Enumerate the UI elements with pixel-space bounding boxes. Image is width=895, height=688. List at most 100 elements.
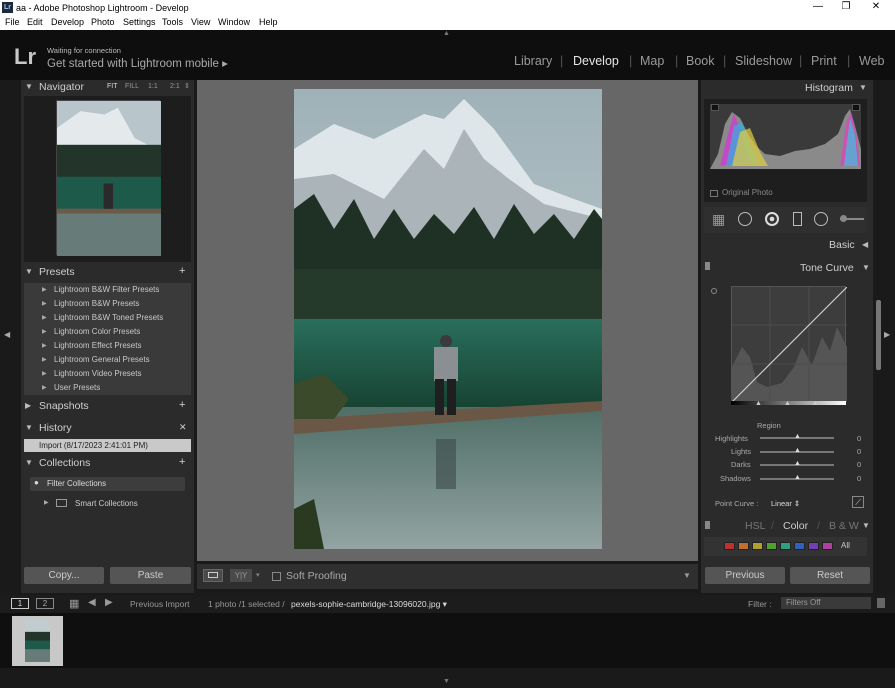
color-swatch[interactable] — [794, 542, 805, 550]
preset-folder[interactable]: Lightroom B&W Filter Presets — [24, 283, 191, 297]
filename-dropdown[interactable]: pexels-sophie-cambridge-13096020.jpg ▾ — [291, 599, 447, 610]
add-preset-icon[interactable]: + — [179, 265, 185, 277]
preset-folder[interactable]: Lightroom Effect Presets — [24, 339, 191, 353]
main-window-button[interactable]: 1 — [11, 598, 29, 609]
zoom-1-1[interactable]: 1:1 — [148, 83, 158, 90]
lock-icon[interactable] — [877, 598, 885, 608]
tab-hsl[interactable]: HSL — [745, 520, 765, 532]
clear-history-icon[interactable]: ✕ — [179, 422, 187, 433]
loupe-view-icon[interactable] — [203, 569, 223, 582]
menu-photo[interactable]: Photo — [91, 17, 115, 27]
secondary-window-button[interactable]: 2 — [36, 598, 54, 609]
slider-thumb[interactable]: ▲ — [794, 447, 801, 454]
split-point-handle[interactable]: ▲ — [812, 400, 819, 407]
right-panel-collapse-icon[interactable]: ▶ — [884, 330, 890, 339]
add-collection-icon[interactable]: + — [179, 456, 185, 468]
edit-point-curve-icon[interactable]: ⟋ — [852, 496, 864, 508]
color-swatch[interactable] — [724, 542, 735, 550]
split-point-handle[interactable]: ▲ — [784, 400, 791, 407]
histogram-collapse-icon[interactable]: ▼ — [859, 83, 867, 92]
module-map[interactable]: Map — [640, 54, 664, 68]
back-arrow-icon[interactable]: ◀ — [88, 597, 96, 608]
module-print[interactable]: Print — [811, 54, 837, 68]
zoom-2-1[interactable]: 2:1 — [170, 83, 180, 90]
color-swatch[interactable] — [780, 542, 791, 550]
color-swatch[interactable] — [766, 542, 777, 550]
zoom-fit[interactable]: FIT — [107, 83, 118, 90]
filter-collections-field[interactable]: ● Filter Collections — [30, 477, 185, 491]
menu-view[interactable]: View — [191, 17, 210, 27]
radial-filter-icon[interactable] — [814, 212, 828, 226]
previous-button[interactable]: Previous — [705, 567, 785, 584]
top-panel-collapse-icon[interactable]: ▲ — [443, 30, 450, 37]
tab-bw[interactable]: B & W — [829, 520, 859, 532]
color-swatch[interactable] — [752, 542, 763, 550]
spot-removal-icon[interactable] — [738, 212, 752, 226]
presets-header[interactable]: ▼ Presets + — [21, 265, 194, 280]
history-item[interactable]: Import (8/17/2023 2:41:01 PM) — [24, 439, 191, 452]
menu-develop[interactable]: Develop — [51, 17, 84, 27]
shadows-value[interactable]: 0 — [857, 474, 861, 483]
split-point-handle[interactable]: ▲ — [755, 400, 762, 407]
preset-folder[interactable]: User Presets — [24, 381, 191, 395]
zoom-fill[interactable]: FILL — [125, 83, 139, 90]
paste-button[interactable]: Paste — [110, 567, 191, 584]
basic-expand-icon[interactable]: ◀ — [862, 240, 868, 249]
add-snapshot-icon[interactable]: + — [179, 399, 185, 411]
before-after-button[interactable]: Y|Y — [230, 569, 252, 582]
expand-icon[interactable]: ▶ — [44, 499, 49, 506]
graduated-filter-icon[interactable] — [793, 212, 802, 226]
source-label[interactable]: Previous Import — [130, 599, 190, 609]
color-swatch[interactable] — [822, 542, 833, 550]
preset-folder[interactable]: Lightroom Color Presets — [24, 325, 191, 339]
forward-arrow-icon[interactable]: ▶ — [105, 597, 113, 608]
copy-button[interactable]: Copy... — [24, 567, 104, 584]
menu-window[interactable]: Window — [218, 17, 250, 27]
original-photo-checkbox[interactable] — [710, 190, 718, 197]
preset-folder[interactable]: Lightroom Video Presets — [24, 367, 191, 381]
right-panel-scrollbar[interactable] — [876, 300, 881, 370]
minimize-icon[interactable]: — — [808, 1, 828, 12]
filmstrip-collapse-icon[interactable]: ▼ — [443, 678, 450, 685]
grid-view-icon[interactable]: ▦ — [69, 597, 79, 610]
point-curve-select[interactable]: Linear ⇕ — [771, 499, 800, 508]
module-book[interactable]: Book — [686, 54, 715, 68]
module-web[interactable]: Web — [859, 54, 884, 68]
reset-button[interactable]: Reset — [790, 567, 870, 584]
smart-collections-item[interactable]: Smart Collections — [75, 499, 138, 508]
menu-help[interactable]: Help — [259, 17, 278, 27]
main-photo[interactable] — [294, 89, 602, 549]
tone-curve-graph[interactable] — [731, 286, 848, 403]
mobile-cta[interactable]: Get started with Lightroom mobile ▸ — [47, 56, 228, 70]
preset-folder[interactable]: Lightroom General Presets — [24, 353, 191, 367]
soft-proofing-checkbox[interactable] — [272, 572, 281, 581]
history-header[interactable]: ▼ History ✕ — [21, 421, 194, 436]
menu-settings[interactable]: Settings — [123, 17, 156, 27]
menu-tools[interactable]: Tools — [162, 17, 183, 27]
basic-title[interactable]: Basic — [829, 239, 855, 251]
preset-folder[interactable]: Lightroom B&W Presets — [24, 297, 191, 311]
tone-curve-collapse-icon[interactable]: ▼ — [862, 263, 870, 272]
filmstrip-thumbnail[interactable] — [12, 616, 63, 666]
darks-value[interactable]: 0 — [857, 460, 861, 469]
swatch-all[interactable]: All — [841, 541, 850, 550]
snapshots-header[interactable]: ▶ Snapshots + — [21, 399, 194, 414]
targeted-adjustment-icon[interactable] — [711, 288, 717, 294]
module-develop[interactable]: Develop — [573, 54, 619, 68]
highlights-value[interactable]: 0 — [857, 434, 861, 443]
close-icon[interactable]: ✕ — [866, 1, 886, 12]
filter-select[interactable]: Filters Off — [781, 597, 871, 609]
histogram-graph[interactable] — [710, 104, 861, 169]
preset-folder[interactable]: Lightroom B&W Toned Presets — [24, 311, 191, 325]
slider-thumb[interactable]: ▲ — [794, 433, 801, 440]
highlight-clipping-icon[interactable] — [852, 104, 860, 111]
navigator-thumbnail[interactable] — [56, 100, 161, 256]
left-panel-collapse-icon[interactable]: ◀ — [4, 330, 10, 339]
module-library[interactable]: Library — [514, 54, 552, 68]
hsl-collapse-icon[interactable]: ▼ — [862, 521, 870, 530]
toolbar-menu-icon[interactable]: ▼ — [683, 571, 691, 580]
menu-file[interactable]: File — [5, 17, 20, 27]
color-swatch[interactable] — [738, 542, 749, 550]
collections-header[interactable]: ▼ Collections + — [21, 456, 194, 471]
hsl-toggle[interactable] — [705, 521, 710, 529]
